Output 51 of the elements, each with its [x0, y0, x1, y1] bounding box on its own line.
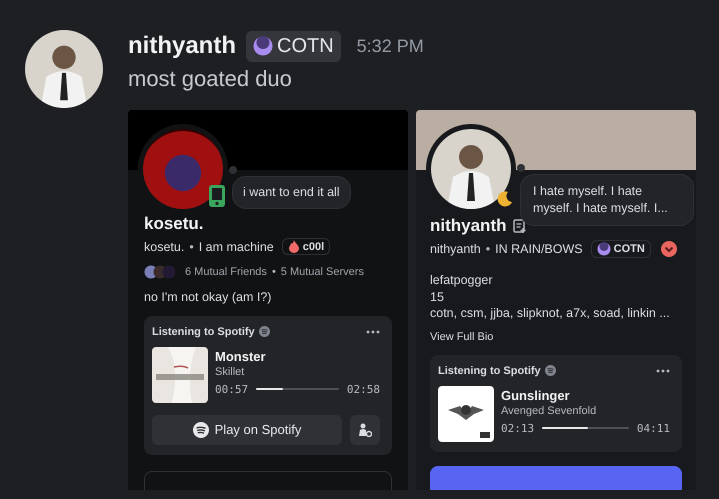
bio-text: 15: [430, 288, 445, 306]
thought-dot: [229, 166, 237, 174]
status-bubble: i want to end it all: [232, 176, 351, 209]
artist-name: Avenged Sevenfold: [501, 404, 598, 417]
action-button[interactable]: [430, 466, 682, 490]
spotify-icon: [544, 365, 556, 376]
avatar-photo[interactable]: [431, 129, 511, 209]
server-tag[interactable]: COTN: [590, 240, 651, 258]
server-tag[interactable]: COTN: [246, 30, 341, 62]
username: nithyanth: [430, 242, 481, 256]
message-text: most goated duo: [128, 66, 293, 92]
display-name: nithyanth: [430, 216, 506, 236]
separator-dot: •: [189, 240, 194, 254]
activity-header: Listening to Spotify: [438, 364, 541, 377]
crescent-icon: [596, 242, 611, 256]
person-avatar-icon: [431, 129, 511, 209]
elapsed-time: 02:13: [501, 422, 534, 435]
avatar-photo[interactable]: [143, 129, 223, 209]
elapsed-time: 00:57: [215, 382, 248, 396]
thought-dot: [517, 164, 525, 172]
separator-dot: •: [486, 242, 490, 256]
spotify-icon: [192, 422, 209, 438]
total-time: 04:11: [636, 422, 670, 435]
pronouns: IN RAIN/BOWS: [495, 242, 583, 256]
profile-button[interactable]: [350, 414, 380, 445]
person-icon: [358, 422, 372, 437]
activity-header: Listening to Spotify: [152, 326, 255, 338]
crescent-icon: [253, 36, 273, 56]
bio-text: lefatpogger: [430, 272, 494, 289]
pronouns: I am machine: [198, 240, 274, 254]
username: kosetu.: [144, 240, 184, 254]
song-title: Monster: [215, 348, 267, 364]
username[interactable]: nithyanth: [128, 32, 236, 60]
view-bio-link[interactable]: View Full Bio: [430, 330, 494, 343]
bio-text: no I'm not okay (am I?): [144, 289, 272, 306]
more-icon: [656, 368, 670, 373]
mutuals-link[interactable]: 5 Mutual Servers: [280, 266, 364, 278]
flame-icon: [288, 240, 300, 253]
artist-name: Skillet: [215, 366, 246, 378]
timestamp: 5:32 PM: [356, 36, 424, 56]
mutuals-link[interactable]: 6 Mutual Friends: [185, 266, 267, 278]
server-tag[interactable]: c00l: [282, 238, 330, 255]
bio-text: cotn, csm, jjba, slipknot, a7x, soad, linkin ...: [430, 305, 671, 322]
play-on-spotify-button[interactable]: Play on Spotify: [152, 414, 342, 445]
total-time: 02:58: [346, 382, 380, 396]
display-name: kosetu.: [144, 214, 204, 234]
more-icon: [366, 330, 380, 334]
separator-dot: •: [272, 266, 276, 278]
spotify-icon: [258, 326, 270, 338]
status-bubble: I hate myself. I hate myself. I hate myself. I...: [520, 174, 694, 226]
song-title: Gunslinger: [501, 388, 571, 403]
